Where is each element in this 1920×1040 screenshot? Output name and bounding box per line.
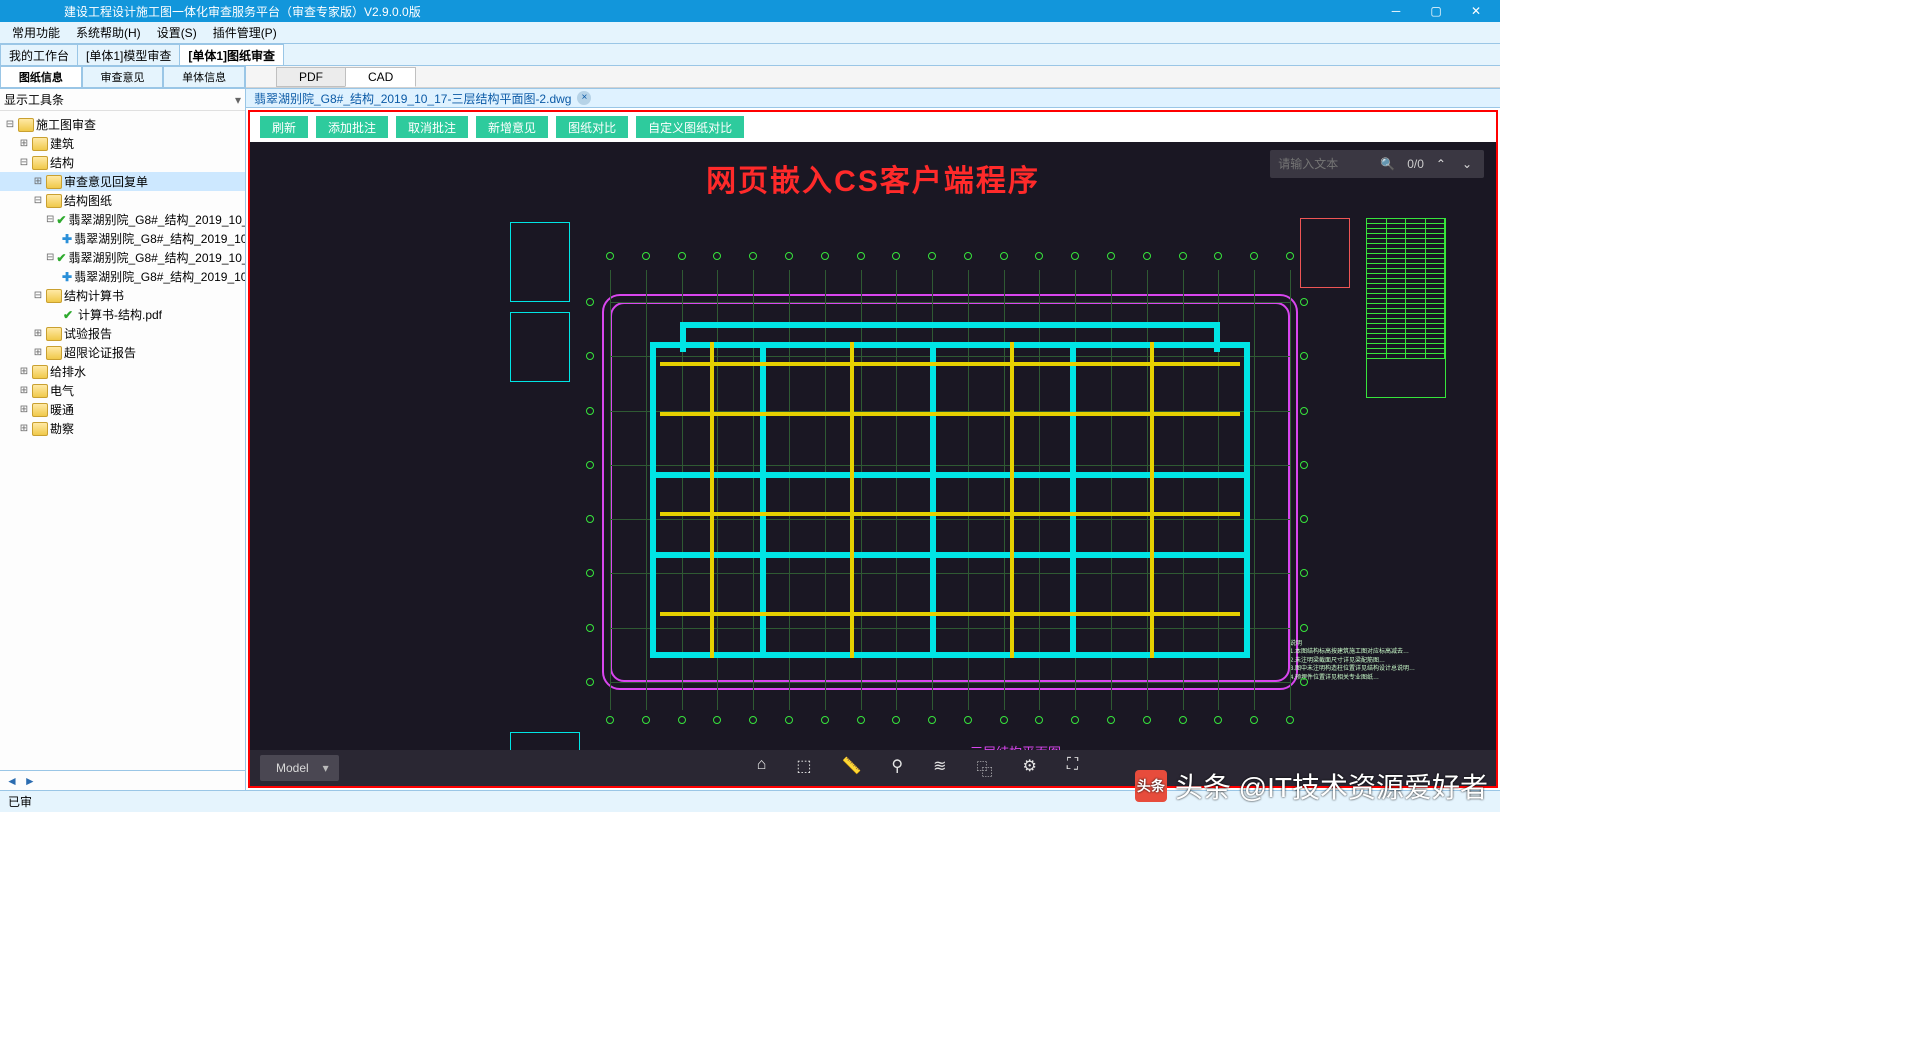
tree-node[interactable]: ⊟结构 bbox=[0, 153, 245, 172]
remove-annotation-button[interactable]: 取消批注 bbox=[396, 116, 468, 138]
watermark: 头条 头条 @IT技术资源爱好者 bbox=[1135, 766, 1488, 806]
layers-icon[interactable]: ≋ bbox=[933, 756, 946, 780]
status-text: 已审 bbox=[8, 793, 32, 810]
menu-common[interactable]: 常用功能 bbox=[6, 24, 66, 41]
tree-node[interactable]: ⊞电气 bbox=[0, 381, 245, 400]
next-result-icon[interactable]: ⌄ bbox=[1458, 157, 1476, 171]
tree-node[interactable]: ⊟施工图审查 bbox=[0, 115, 245, 134]
watermark-text: 头条 @IT技术资源爱好者 bbox=[1175, 766, 1488, 806]
refresh-button[interactable]: 刷新 bbox=[260, 116, 308, 138]
embedded-client-frame: 刷新 添加批注 取消批注 新增意见 图纸对比 自定义图纸对比 网页嵌入CS客户端… bbox=[248, 110, 1498, 788]
location-icon[interactable]: ⚲ bbox=[891, 756, 903, 780]
tree-node[interactable]: ⊞超限论证报告 bbox=[0, 343, 245, 362]
tree-node[interactable]: ⊟翡翠湖别院_G8#_结构_2019_10_17- bbox=[0, 248, 245, 267]
doc-tab-cad[interactable]: CAD bbox=[345, 67, 416, 87]
search-overlay: 🔍 0/0 ⌃ ⌄ bbox=[1270, 150, 1484, 178]
plan-outline-2 bbox=[602, 294, 1298, 690]
title-bar: 建设工程设计施工图一体化审查服务平台（审查专家版）V2.9.0.0版 ─ ▢ ✕ bbox=[0, 0, 1500, 22]
app-title: 建设工程设计施工图一体化审查服务平台（审查专家版）V2.9.0.0版 bbox=[4, 3, 1376, 20]
tree-node[interactable]: ⊟结构图纸 bbox=[0, 191, 245, 210]
tree-node[interactable]: 翡翠湖别院_G8#_结构_2019_10_1 bbox=[0, 267, 245, 286]
tree-node[interactable]: 计算书-结构.pdf bbox=[0, 305, 245, 324]
search-input[interactable] bbox=[1278, 157, 1368, 171]
menu-help[interactable]: 系统帮助(H) bbox=[70, 24, 147, 41]
side-tab-drawing-info[interactable]: 图纸信息 bbox=[0, 66, 82, 88]
compare-drawings-button[interactable]: 图纸对比 bbox=[556, 116, 628, 138]
section-detail-2 bbox=[510, 312, 570, 382]
show-toolbar-label: 显示工具条 bbox=[4, 91, 64, 108]
tree-node[interactable]: ⊞暖通 bbox=[0, 400, 245, 419]
cad-viewport[interactable]: 网页嵌入CS客户端程序 🔍 0/0 ⌃ ⌄ 三层结构平面图 1:100 bbox=[250, 142, 1496, 786]
file-tree[interactable]: ⊟施工图审查⊞建筑⊟结构⊞审查意见回复单⊟结构图纸⊟翡翠湖别院_G8#_结构_2… bbox=[0, 111, 245, 770]
workspace-tabs: 我的工作台 [单体1]模型审查 [单体1]图纸审查 bbox=[0, 44, 1500, 66]
new-opinion-button[interactable]: 新增意见 bbox=[476, 116, 548, 138]
ruler-icon[interactable]: 📏 bbox=[841, 756, 861, 780]
cad-drawing: 三层结构平面图 1:100 说明1.本图结构标高按建筑施工图对应标高减去…2.未… bbox=[510, 212, 1450, 786]
close-file-icon[interactable]: × bbox=[577, 91, 591, 105]
fullscreen-icon[interactable]: ⛶ bbox=[1067, 756, 1078, 780]
menu-bar: 常用功能 系统帮助(H) 设置(S) 插件管理(P) bbox=[0, 22, 1500, 44]
tree-node[interactable]: 翡翠湖别院_G8#_结构_2019_10_1 bbox=[0, 229, 245, 248]
nav-prev-icon[interactable]: ◄ bbox=[6, 774, 18, 788]
select-icon[interactable]: ⬚ bbox=[796, 756, 811, 780]
search-icon[interactable]: 🔍 bbox=[1376, 157, 1399, 171]
tree-node[interactable]: ⊟结构计算书 bbox=[0, 286, 245, 305]
close-button[interactable]: ✕ bbox=[1456, 0, 1496, 22]
home-icon[interactable]: ⌂ bbox=[757, 756, 767, 780]
tree-node[interactable]: ⊞勘察 bbox=[0, 419, 245, 438]
sidebar: 图纸信息 审查意见 单体信息 显示工具条 ▾ ⊟施工图审查⊞建筑⊟结构⊞审查意见… bbox=[0, 66, 246, 790]
open-file-name: 翡翠湖别院_G8#_结构_2019_10_17-三层结构平面图-2.dwg bbox=[254, 90, 571, 107]
nav-next-icon[interactable]: ► bbox=[24, 774, 36, 788]
search-progress: 0/0 bbox=[1407, 157, 1424, 171]
schedule-table bbox=[1366, 218, 1446, 398]
minimize-button[interactable]: ─ bbox=[1376, 0, 1416, 22]
doc-tab-pdf[interactable]: PDF bbox=[276, 67, 346, 87]
banner-text: 网页嵌入CS客户端程序 bbox=[706, 156, 1040, 200]
legend-block bbox=[1300, 218, 1350, 288]
side-tab-review-opinion[interactable]: 审查意见 bbox=[82, 66, 164, 88]
menu-settings[interactable]: 设置(S) bbox=[151, 24, 203, 41]
copy-icon[interactable]: ⿻ bbox=[976, 756, 992, 780]
dropdown-icon[interactable]: ▾ bbox=[235, 93, 241, 107]
menu-plugins[interactable]: 插件管理(P) bbox=[207, 24, 283, 41]
watermark-badge: 头条 bbox=[1135, 770, 1167, 802]
tree-node[interactable]: ⊞审查意见回复单 bbox=[0, 172, 245, 191]
custom-compare-button[interactable]: 自定义图纸对比 bbox=[636, 116, 744, 138]
side-tab-unit-info[interactable]: 单体信息 bbox=[163, 66, 245, 88]
tree-node[interactable]: ⊟翡翠湖别院_G8#_结构_2019_10_17- bbox=[0, 210, 245, 229]
settings-icon[interactable]: ⚙ bbox=[1023, 756, 1037, 780]
add-annotation-button[interactable]: 添加批注 bbox=[316, 116, 388, 138]
tree-node[interactable]: ⊞建筑 bbox=[0, 134, 245, 153]
tab-model-review[interactable]: [单体1]模型审查 bbox=[77, 44, 180, 65]
prev-result-icon[interactable]: ⌃ bbox=[1432, 157, 1450, 171]
maximize-button[interactable]: ▢ bbox=[1416, 0, 1456, 22]
tree-node[interactable]: ⊞试验报告 bbox=[0, 324, 245, 343]
content-area: PDF CAD 翡翠湖别院_G8#_结构_2019_10_17-三层结构平面图-… bbox=[246, 66, 1500, 790]
tab-my-desk[interactable]: 我的工作台 bbox=[0, 44, 78, 65]
model-space-button[interactable]: Model bbox=[260, 755, 339, 781]
tab-drawing-review[interactable]: [单体1]图纸审查 bbox=[179, 44, 284, 65]
tree-node[interactable]: ⊞给排水 bbox=[0, 362, 245, 381]
section-detail-1 bbox=[510, 222, 570, 302]
drawing-notes: 说明1.本图结构标高按建筑施工图对应标高减去…2.未注明梁截面尺寸详见梁配筋图…… bbox=[1290, 640, 1440, 682]
